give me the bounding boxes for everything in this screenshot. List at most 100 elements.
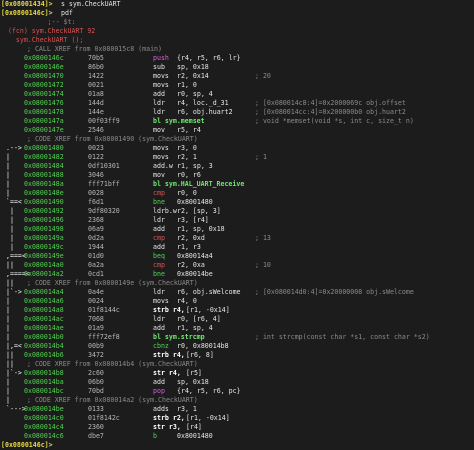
instruction-operands: [r1, -0x14] xyxy=(186,414,230,422)
instruction-operands: r5, r4 xyxy=(177,126,201,134)
instruction-operands: r1, sp, 4 xyxy=(177,324,213,332)
disasm-row[interactable]: 0x08001476 144d ldr r4, loc._d_31 ; [0x08001… xyxy=(0,99,474,108)
xref-comment: ; CODE XREF from 0x08001490 (sym.CheckUA… xyxy=(27,135,198,143)
disasm-row[interactable]: | 0x0800149c 1944 add r1, r3 xyxy=(0,243,474,252)
disasm-row[interactable]: | 0x08001484 0df10301 add.w r1, sp, 3 xyxy=(0,162,474,171)
disasm-row[interactable]: | 0x08001496 2368 ldr r3, [r4] xyxy=(0,216,474,225)
disasm-row[interactable]: ,====< 0x080014a2 0cd1 bne 0x80014be xyxy=(0,270,474,279)
instruction-address: 0x080014b8 xyxy=(24,369,64,377)
disasm-row[interactable]: `==< 0x08001490 f6d1 bne 0x8001480 xyxy=(0,198,474,207)
instruction-address: 0x0800149e xyxy=(24,252,64,260)
flow-arrow: `---> xyxy=(6,405,26,413)
flow-arrow: | xyxy=(6,243,14,251)
instruction-address: 0x0800149a xyxy=(24,234,64,242)
disasm-row[interactable]: `---> 0x080014be 0133 adds r3, 1 xyxy=(0,405,474,414)
instruction-operands: r2, [sp, 3] xyxy=(177,207,221,215)
xref-comment: ; CODE XREF from 0x080014b4 (sym.CheckUA… xyxy=(27,360,198,368)
xref-comment: ; CALL XREF from 0x080015c8 (main) xyxy=(27,45,162,53)
flow-arrow: | xyxy=(6,171,10,179)
disasm-row[interactable]: .--> 0x08001480 0023 movs r3, 0 xyxy=(0,144,474,153)
instruction-mnemonic: bl sym.memset xyxy=(153,117,205,125)
instruction-address: 0x08001470 xyxy=(24,72,64,80)
disasm-row[interactable]: |`-> 0x080014b8 2c60 str r4, [r5] xyxy=(0,369,474,378)
instruction-address: 0x0800148a xyxy=(24,180,64,188)
instruction-operands: {r4, r5, r6, lr} xyxy=(177,54,241,62)
disasm-row[interactable]: | 0x080014a8 01f8144c strb r4, [r1, -0x14] xyxy=(0,306,474,315)
disasm-row[interactable]: 0x080014c0 01f8142c strb r2, [r1, -0x14] xyxy=(0,414,474,423)
instruction-mnemonic: push xyxy=(153,54,169,62)
flow-arrow: .--> xyxy=(6,144,22,152)
disasm-row[interactable]: | 0x080014ac 7068 ldr r0, [r6, 4] xyxy=(0,315,474,324)
instruction-mnemonic: pop xyxy=(153,387,165,395)
disasm-row[interactable]: | 0x080014ba 06b0 add sp, 0x18 xyxy=(0,378,474,387)
instruction-operands: r0, sp, 4 xyxy=(177,90,213,98)
disasm-row[interactable]: | 0x0800148e 0028 cmp r0, 0 xyxy=(0,189,474,198)
disasm-row[interactable]: |,=< 0x080014b4 00b9 cbnz r0, 0x80014b8 xyxy=(0,342,474,351)
instruction-bytes: 9df80320 xyxy=(88,207,120,215)
instruction-mnemonic: movs xyxy=(153,144,169,152)
disasm-row[interactable]: 0x08001470 1422 movs r2, 0x14 ; 20 xyxy=(0,72,474,81)
disasm-row[interactable]: | 0x080014a6 0024 movs r4, 0 xyxy=(0,297,474,306)
instruction-bytes: 06b0 xyxy=(88,378,104,386)
disasm-row[interactable]: | 0x08001482 0122 movs r2, 1 ; 1 xyxy=(0,153,474,162)
disasm-row[interactable]: 0x0800146e 86b0 sub sp, 0x18 xyxy=(0,63,474,72)
disasm-row[interactable]: 0x0800147a 00f03ff9 bl sym.memset ; void *m… xyxy=(0,117,474,126)
flow-arrow: | xyxy=(6,225,14,233)
flow-arrow: | xyxy=(6,207,14,215)
instruction-address: 0x080014c6 xyxy=(24,432,64,440)
instruction-operands: r4, loc._d_31 xyxy=(177,99,229,107)
disasm-row[interactable]: | 0x080014bc 70bd pop {r4, r5, r6, pc} xyxy=(0,387,474,396)
instruction-operands: sp, 0x18 xyxy=(177,378,209,386)
instruction-address: 0x08001480 xyxy=(24,144,64,152)
instruction-address: 0x0800146c xyxy=(24,54,64,62)
flow-arrow: || xyxy=(6,351,18,359)
disasm-row[interactable]: ,===< 0x0800149e 01d0 beq 0x80014a4 xyxy=(0,252,474,261)
function-signature: (fcn) sym.CheckUART 92 xyxy=(0,27,96,35)
instruction-address: 0x080014c0 xyxy=(24,414,64,422)
instruction-operands: [r5] xyxy=(186,369,202,377)
disasm-row[interactable]: | 0x0800148a fff71bff bl sym.HAL_UART_Recei… xyxy=(0,180,474,189)
instruction-bytes: 0cd1 xyxy=(88,270,104,278)
instruction-operands: r0, 0x80014b8 xyxy=(177,342,229,350)
instruction-bytes: 7068 xyxy=(88,315,104,323)
instruction-bytes: 70b5 xyxy=(88,54,104,62)
disasm-row[interactable]: 0x0800147e 2546 mov r5, r4 xyxy=(0,126,474,135)
instruction-address: 0x080014ba xyxy=(24,378,64,386)
disasm-row[interactable]: 0x0800146c 70b5 push {r4, r5, r6, lr} xyxy=(0,54,474,63)
flow-arrow: | xyxy=(6,315,14,323)
disasm-row[interactable]: || 0x080014b6 3472 strb r4, [r6, 8] xyxy=(0,351,474,360)
instruction-bytes: 2360 xyxy=(88,423,104,431)
disasm-row[interactable]: | 0x080014b0 fff72ef8 bl sym.strcmp ; int s… xyxy=(0,333,474,342)
instruction-comment: ; 20 xyxy=(255,72,271,80)
disasm-row[interactable]: | 0x08001498 06a9 add r1, sp, 0x18 xyxy=(0,225,474,234)
instruction-bytes: 01a8 xyxy=(88,90,104,98)
terminal-window[interactable]: [0x08001434]> s sym.CheckUART [0x0800146c… xyxy=(0,0,474,449)
instruction-operands: [r6, 8] xyxy=(186,351,214,359)
disasm-row[interactable]: |`-> 0x080014a4 0a4e ldr r6, obj.sWelcome ; [… xyxy=(0,288,474,297)
instruction-mnemonic: adds xyxy=(153,405,169,413)
instruction-bytes: 01a9 xyxy=(88,324,104,332)
instruction-address: 0x08001478 xyxy=(24,108,64,116)
instruction-address: 0x0800147a xyxy=(24,117,64,125)
flow-arrow: | xyxy=(6,216,14,224)
disasm-row[interactable]: | 0x080014ae 01a9 add r1, sp, 4 xyxy=(0,324,474,333)
disasm-row[interactable]: || 0x080014a0 0a2a cmp r2, 0xa ; 10 xyxy=(0,261,474,270)
instruction-mnemonic: add xyxy=(153,90,165,98)
instruction-address: 0x080014b4 xyxy=(24,342,64,350)
instruction-mnemonic: cbnz xyxy=(153,342,169,350)
disasm-row[interactable]: 0x080014c6 dbe7 b 0x8001480 xyxy=(0,432,474,441)
prompt-line[interactable]: [0x0800146c]> pdf xyxy=(0,9,474,18)
disasm-row[interactable]: 0x08001478 144e ldr r6, obj.huart2 ; [0x0800… xyxy=(0,108,474,117)
disasm-row[interactable]: | 0x08001492 9df80320 ldrb.w r2, [sp, 3] xyxy=(0,207,474,216)
separator-text: ;-- $t: xyxy=(0,18,76,26)
xref-comment-line: ; CODE XREF from 0x08001490 (sym.CheckUA… xyxy=(0,135,474,144)
instruction-operands: sp, 0x18 xyxy=(177,63,209,71)
disasm-row[interactable]: 0x08001472 0021 movs r1, 0 xyxy=(0,81,474,90)
flow-arrow: || xyxy=(6,261,14,269)
disasm-row[interactable]: 0x08001474 01a8 add r0, sp, 4 xyxy=(0,90,474,99)
disasm-row[interactable]: | 0x0800149a 0d2a cmp r2, 0xd ; 13 xyxy=(0,234,474,243)
prompt-line-final[interactable]: [0x0800146c]> xyxy=(0,441,474,450)
disasm-row[interactable]: 0x080014c4 2360 str r3, [r4] xyxy=(0,423,474,432)
prompt-line[interactable]: [0x08001434]> s sym.CheckUART xyxy=(0,0,474,9)
disasm-row[interactable]: | 0x08001488 3046 mov r0, r6 xyxy=(0,171,474,180)
